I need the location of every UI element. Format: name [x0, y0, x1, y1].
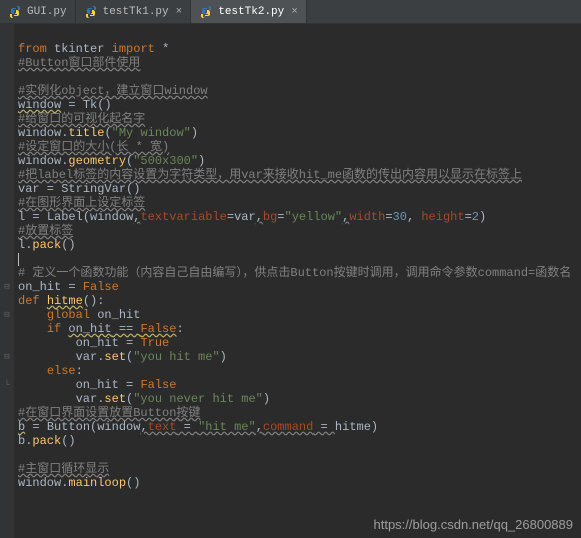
fold-gutter: ⊟ ⊟ ⊟ └ [0, 24, 14, 538]
close-icon[interactable]: × [291, 6, 298, 18]
tab-label: testTk1.py [103, 6, 169, 18]
fold-icon[interactable]: ⊟ [0, 280, 14, 294]
python-icon [199, 5, 213, 19]
close-icon[interactable]: × [176, 6, 183, 18]
tab-label: testTk2.py [218, 6, 284, 18]
python-icon [8, 5, 22, 19]
text-cursor [18, 253, 19, 266]
tab-testtk1[interactable]: testTk1.py × [76, 0, 192, 23]
tab-gui[interactable]: GUI.py [0, 0, 76, 23]
fold-icon[interactable]: ⊟ [0, 350, 14, 364]
fold-icon[interactable]: ⊟ [0, 308, 14, 322]
editor-tabs: GUI.py testTk1.py × testTk2.py × [0, 0, 581, 24]
code-editor[interactable]: from tkinter import * #Button窗口部件使用 #实例化… [14, 24, 571, 538]
tab-testtk2[interactable]: testTk2.py × [191, 0, 307, 23]
editor-area: ⊟ ⊟ ⊟ └ from tkinter import * #Button窗口部… [0, 24, 581, 538]
tab-label: GUI.py [27, 6, 67, 18]
watermark: https://blog.csdn.net/qq_26800889 [374, 517, 574, 532]
python-icon [84, 5, 98, 19]
